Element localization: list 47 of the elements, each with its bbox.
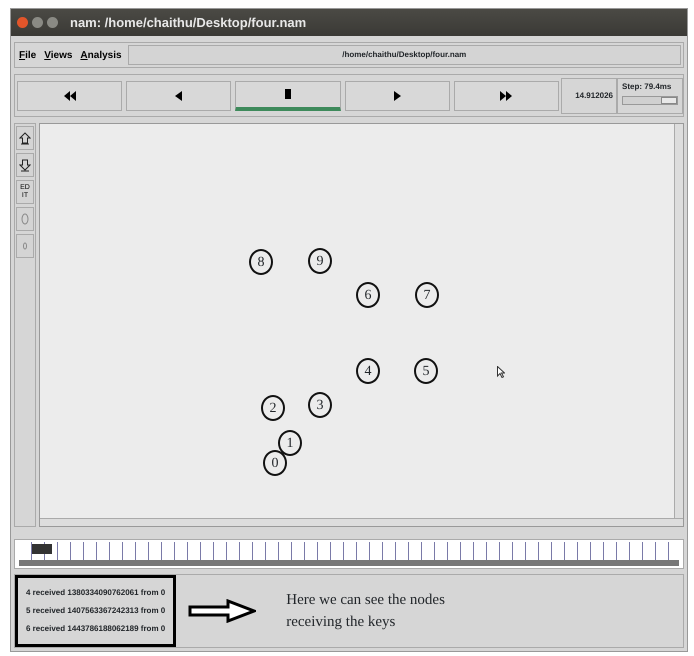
stop-button[interactable] xyxy=(235,80,341,111)
play-button[interactable] xyxy=(344,80,450,111)
timeline-slider[interactable] xyxy=(14,539,684,569)
log-line: 5 received 1407563367242313 from 0 xyxy=(26,605,166,617)
log-line: 6 received 1443786188062189 from 0 xyxy=(26,623,166,635)
forward-button[interactable] xyxy=(454,80,560,111)
zoom-in-button[interactable] xyxy=(16,126,34,150)
close-button[interactable] xyxy=(17,17,28,28)
network-node[interactable]: 1 xyxy=(278,430,302,456)
network-node[interactable]: 9 xyxy=(308,248,332,274)
oval-icon xyxy=(19,212,31,226)
network-node[interactable]: 6 xyxy=(356,282,380,308)
zoom-out-button[interactable] xyxy=(16,153,34,177)
arrow-icon xyxy=(188,599,256,623)
back-button[interactable] xyxy=(126,80,232,111)
vertical-scrollbar[interactable] xyxy=(674,124,683,518)
oval-button[interactable] xyxy=(16,207,34,231)
log-line: 4 received 1380334090762061 from 0 xyxy=(26,587,166,599)
mouse-cursor-icon xyxy=(497,366,505,378)
fast-forward-icon xyxy=(500,90,512,101)
menu-item[interactable]: Analysis xyxy=(76,48,126,63)
zoom-in-icon xyxy=(19,132,31,144)
network-node[interactable]: 2 xyxy=(261,395,285,421)
maximize-button[interactable] xyxy=(47,17,58,28)
annotation-text: Here we can see the nodes receiving the keys xyxy=(286,591,446,632)
minimize-button[interactable] xyxy=(32,17,43,28)
step-label: Step: 79.4ms xyxy=(622,80,672,93)
network-node[interactable]: 5 xyxy=(414,358,438,384)
horizontal-scrollbar[interactable] xyxy=(40,518,683,526)
window-title: nam: /home/chaithu/Desktop/four.nam xyxy=(70,14,306,32)
step-slider[interactable] xyxy=(622,96,678,105)
zoom-out-icon xyxy=(19,158,31,172)
file-path-field: /home/chaithu/Desktop/four.nam xyxy=(128,45,681,66)
small-oval-button[interactable] xyxy=(16,234,34,258)
rewind-button[interactable] xyxy=(17,80,122,111)
network-node[interactable]: 4 xyxy=(356,358,380,384)
rewind-icon xyxy=(64,90,76,101)
stop-icon xyxy=(282,89,294,100)
network-node[interactable]: 7 xyxy=(415,282,439,308)
network-node[interactable]: 0 xyxy=(263,450,287,476)
menu-item[interactable]: Views xyxy=(40,48,76,63)
network-node[interactable]: 8 xyxy=(249,249,273,275)
time-display: 14.912026 xyxy=(561,78,618,114)
back-icon xyxy=(172,90,185,101)
play-icon xyxy=(391,90,404,101)
network-node[interactable]: 3 xyxy=(308,392,332,418)
menu-item[interactable]: File xyxy=(15,48,40,63)
